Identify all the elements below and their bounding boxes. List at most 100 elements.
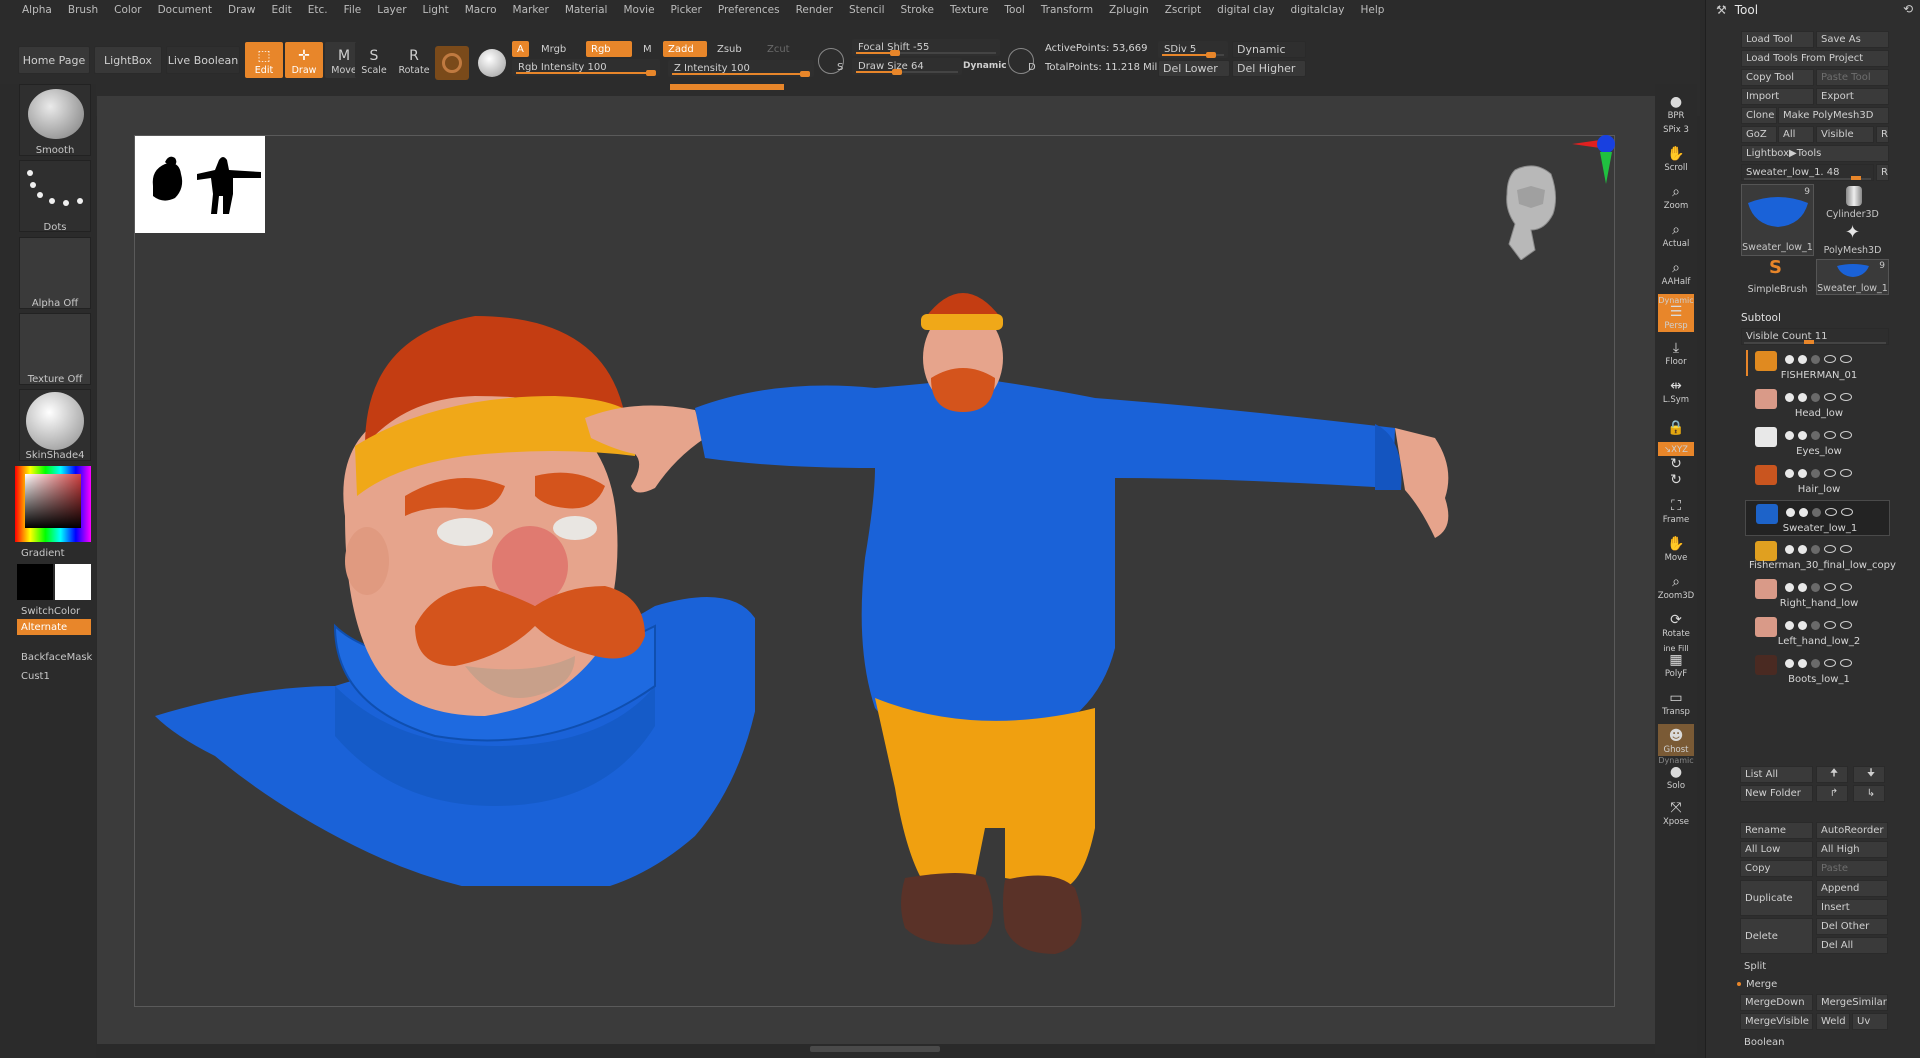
subtool-row[interactable]: Left_hand_low_2	[1745, 614, 1890, 650]
insert-button[interactable]: Insert	[1816, 899, 1888, 916]
z-intensity-slider[interactable]: Z Intensity 100	[668, 60, 814, 77]
brush-edit-icon[interactable]	[1824, 469, 1836, 477]
all-button[interactable]: All	[1778, 126, 1814, 143]
tool-tile-sweater-2[interactable]: 9 Sweater_low_1	[1816, 259, 1889, 295]
visibility-eye-icon[interactable]	[1840, 393, 1852, 401]
del-other-button[interactable]: Del Other	[1816, 918, 1888, 935]
move-view-button[interactable]: ✋ Move	[1658, 532, 1694, 564]
menu-item-movie[interactable]: Movie	[615, 4, 662, 16]
rotate-view-button[interactable]: ⟳ Rotate	[1658, 608, 1694, 640]
alternate-button[interactable]: Alternate	[17, 619, 91, 635]
visible-count-slider[interactable]: Visible Count 11	[1741, 328, 1889, 345]
append-button[interactable]: Append	[1816, 880, 1888, 897]
zcut-toggle[interactable]: Zcut	[762, 41, 795, 57]
uv-button[interactable]: Uv	[1852, 1013, 1888, 1030]
visibility-eye-icon[interactable]	[1840, 469, 1852, 477]
delete-button[interactable]: Delete	[1740, 918, 1813, 954]
menu-item-stroke[interactable]: Stroke	[893, 4, 942, 16]
del-higher-button[interactable]: Del Higher	[1232, 60, 1306, 77]
brush-edit-icon[interactable]	[1824, 355, 1836, 363]
axis-gizmo[interactable]	[1560, 130, 1620, 190]
draw-size-slider[interactable]: Draw Size 64	[852, 58, 962, 75]
visibility-eye-icon[interactable]	[1840, 355, 1852, 363]
import-button[interactable]: Import	[1741, 88, 1814, 105]
subtool-toggle-icon[interactable]	[1785, 430, 1794, 440]
mrgb-toggle[interactable]: Mrgb	[536, 41, 571, 57]
subtool-toggle-icon[interactable]	[1811, 582, 1820, 592]
visibility-eye-icon[interactable]	[1840, 583, 1852, 591]
lock-button[interactable]: 🔒	[1658, 410, 1694, 438]
subtool-toggle-icon[interactable]	[1811, 544, 1820, 554]
m-toggle[interactable]: M	[638, 41, 657, 57]
menu-item-macro[interactable]: Macro	[457, 4, 505, 16]
material-sphere-icon[interactable]	[435, 46, 469, 80]
subtool-toggle-icon[interactable]	[1798, 468, 1807, 478]
scale-button[interactable]: S Scale	[355, 42, 393, 78]
menu-item-marker[interactable]: Marker	[505, 4, 557, 16]
folder-move-button[interactable]: ↱	[1816, 785, 1848, 802]
merge-header[interactable]: Merge	[1742, 976, 1888, 993]
tool-tile-sweater[interactable]: 9 Sweater_low_1	[1741, 184, 1814, 256]
menu-item-etc-[interactable]: Etc.	[300, 4, 336, 16]
transp-button[interactable]: ▭ Transp	[1658, 686, 1694, 718]
subtool-toggle-icon[interactable]	[1785, 354, 1794, 364]
rgb-intensity-slider[interactable]: Rgb Intensity 100	[512, 59, 660, 76]
brush-edit-icon[interactable]	[1825, 508, 1837, 516]
copy-subtool-button[interactable]: Copy	[1740, 860, 1813, 877]
lightbox-tools-button[interactable]: Lightbox▶Tools	[1741, 145, 1889, 162]
rename-button[interactable]: Rename	[1740, 822, 1813, 839]
load-tool-button[interactable]: Load Tool	[1741, 31, 1814, 48]
subtool-toggle-icon[interactable]	[1785, 658, 1794, 668]
list-all-button[interactable]: List All	[1740, 766, 1813, 783]
subtool-toggle-icon[interactable]	[1798, 582, 1807, 592]
bpr-button[interactable]: ● BPR	[1658, 88, 1694, 122]
rotate-button[interactable]: R Rotate	[395, 42, 433, 78]
menu-item-alpha[interactable]: Alpha	[14, 4, 60, 16]
mergesimilar-button[interactable]: MergeSimilar	[1816, 994, 1888, 1011]
autoreorder-button[interactable]: AutoReorder	[1816, 822, 1888, 839]
a-toggle[interactable]: A	[512, 41, 529, 57]
menu-item-brush[interactable]: Brush	[60, 4, 106, 16]
menu-item-light[interactable]: Light	[415, 4, 457, 16]
load-tools-from-project-button[interactable]: Load Tools From Project	[1741, 50, 1889, 67]
menu-item-transform[interactable]: Transform	[1033, 4, 1101, 16]
zadd-toggle[interactable]: Zadd	[663, 41, 707, 57]
paste-tool-button[interactable]: Paste Tool	[1816, 69, 1889, 86]
draw-button[interactable]: ✛ Draw	[285, 42, 323, 78]
subtool-row[interactable]: Head_low	[1745, 386, 1890, 422]
del-all-button[interactable]: Del All	[1816, 937, 1888, 954]
subtool-row[interactable]: FISHERMAN_01	[1745, 348, 1890, 384]
subtool-row[interactable]: Eyes_low	[1745, 424, 1890, 460]
subtool-toggle-icon[interactable]	[1798, 658, 1807, 668]
spix-slider[interactable]: SPix 3	[1658, 122, 1694, 136]
subtool-toggle-icon[interactable]	[1798, 392, 1807, 402]
brush-edit-icon[interactable]	[1824, 431, 1836, 439]
subtool-toggle-icon[interactable]	[1799, 507, 1808, 517]
menu-item-zscript[interactable]: Zscript	[1157, 4, 1209, 16]
subtool-toggle-icon[interactable]	[1785, 620, 1794, 630]
menu-item-document[interactable]: Document	[150, 4, 220, 16]
menu-item-color[interactable]: Color	[106, 4, 149, 16]
cust1-button[interactable]: Cust1	[17, 668, 91, 684]
switchcolor-button[interactable]: SwitchColor	[17, 603, 91, 619]
visibility-eye-icon[interactable]	[1840, 659, 1852, 667]
visibility-eye-icon[interactable]	[1840, 431, 1852, 439]
subtool-toggle-icon[interactable]	[1785, 582, 1794, 592]
xyz-button[interactable]: ↘XYZ	[1658, 442, 1694, 456]
subtool-toggle-icon[interactable]	[1798, 430, 1807, 440]
paste-subtool-button[interactable]: Paste	[1816, 860, 1888, 877]
subtool-toggle-icon[interactable]	[1798, 544, 1807, 554]
subtool-toggle-icon[interactable]	[1811, 658, 1820, 668]
subtool-toggle-icon[interactable]	[1811, 392, 1820, 402]
save-as-button[interactable]: Save As	[1816, 31, 1889, 48]
brush-edit-icon[interactable]	[1824, 545, 1836, 553]
dynamic-toggle[interactable]: Dynamic	[958, 58, 1012, 74]
scroll-button[interactable]: ✋ Scroll	[1658, 142, 1694, 174]
rgb-toggle[interactable]: Rgb	[586, 41, 632, 57]
duplicate-button[interactable]: Duplicate	[1740, 880, 1813, 916]
subtool-toggle-icon[interactable]	[1798, 354, 1807, 364]
export-button[interactable]: Export	[1816, 88, 1889, 105]
subtool-toggle-icon[interactable]	[1811, 430, 1820, 440]
menu-item-picker[interactable]: Picker	[663, 4, 710, 16]
subtool-toggle-icon[interactable]	[1786, 507, 1795, 517]
